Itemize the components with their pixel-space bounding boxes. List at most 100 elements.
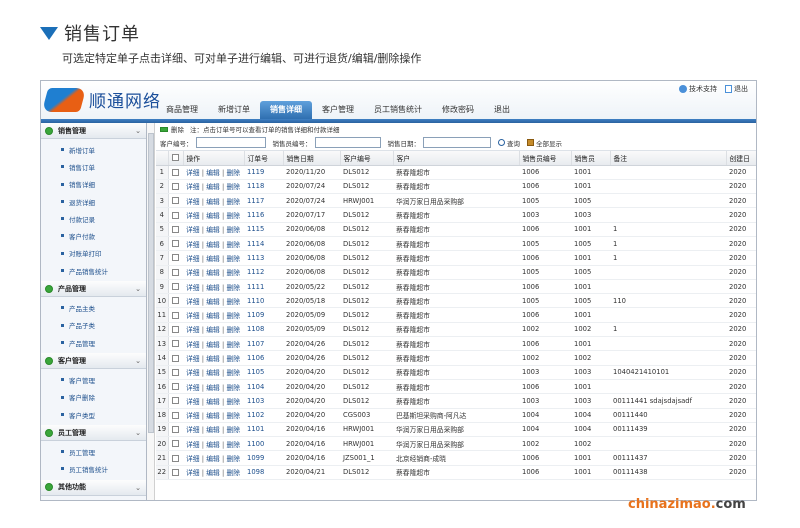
action-link[interactable]: 编辑 xyxy=(206,355,220,363)
order-number-link[interactable]: 1099 xyxy=(244,450,283,466)
table-row[interactable]: 22 详细 | 编辑 | 删除 1098 2020/04/21 DLS012 蔡春隆超市 1… xyxy=(156,465,756,481)
action-link[interactable]: 详细 xyxy=(186,198,200,206)
order-number-link[interactable]: 1109 xyxy=(244,307,283,323)
action-link[interactable]: 编辑 xyxy=(206,326,220,334)
action-link[interactable]: 删除 xyxy=(226,384,240,392)
action-link[interactable]: 编辑 xyxy=(206,255,220,263)
order-number-link[interactable]: 1113 xyxy=(244,250,283,266)
action-link[interactable]: 详细 xyxy=(186,284,200,292)
action-link[interactable]: 编辑 xyxy=(206,198,220,206)
action-link[interactable]: 编辑 xyxy=(206,369,220,377)
action-link[interactable]: 编辑 xyxy=(206,412,220,420)
table-row[interactable]: 12 详细 | 编辑 | 删除 1108 2020/05/09 DLS012 蔡春隆超市 1… xyxy=(156,322,756,338)
chevron-down-icon[interactable]: ⌄ xyxy=(135,484,141,492)
row-checkbox[interactable] xyxy=(171,354,179,362)
table-row[interactable]: 16 详细 | 编辑 | 删除 1104 2020/04/20 DLS012 蔡春隆超市 1… xyxy=(156,379,756,395)
row-checkbox[interactable] xyxy=(171,182,179,190)
sidebar-group[interactable]: 产品管理 ⌄ xyxy=(41,281,146,298)
nav-tab[interactable]: 退出 xyxy=(484,101,520,119)
sidebar-item[interactable]: 退货详细 xyxy=(41,193,146,210)
delete-button[interactable]: 删除 xyxy=(171,124,184,134)
sidebar-group[interactable]: 销售管理 ⌄ xyxy=(41,123,146,139)
action-link[interactable]: 详细 xyxy=(186,212,200,220)
chevron-down-icon[interactable]: ⌄ xyxy=(135,429,141,437)
support-link[interactable]: 技术支持 xyxy=(679,84,717,94)
action-link[interactable]: 详细 xyxy=(186,412,200,420)
row-checkbox[interactable] xyxy=(171,268,179,276)
action-link[interactable]: 编辑 xyxy=(206,269,220,277)
action-link[interactable]: 详细 xyxy=(186,426,200,434)
table-row[interactable]: 15 详细 | 编辑 | 删除 1105 2020/04/20 DLS012 蔡春隆超市 1… xyxy=(156,365,756,380)
action-link[interactable]: 编辑 xyxy=(206,183,220,191)
table-row[interactable]: 14 详细 | 编辑 | 删除 1106 2020/04/26 DLS012 蔡春隆超市 1… xyxy=(156,350,756,366)
action-link[interactable]: 删除 xyxy=(226,355,240,363)
action-link[interactable]: 编辑 xyxy=(206,426,220,434)
action-link[interactable]: 详细 xyxy=(186,326,200,334)
sidebar-item[interactable]: 员工管理 xyxy=(41,443,146,460)
action-link[interactable]: 详细 xyxy=(186,255,200,263)
action-link[interactable]: 删除 xyxy=(226,169,240,177)
order-number-link[interactable]: 1111 xyxy=(244,279,283,295)
row-checkbox[interactable] xyxy=(171,397,179,405)
action-link[interactable]: 删除 xyxy=(226,269,240,277)
action-link[interactable]: 编辑 xyxy=(206,384,220,392)
table-row[interactable]: 4 详细 | 编辑 | 删除 1116 2020/07/17 DLS012 蔡春隆超市 10… xyxy=(156,207,756,223)
row-checkbox[interactable] xyxy=(171,211,179,219)
action-link[interactable]: 编辑 xyxy=(206,455,220,463)
order-number-link[interactable]: 1098 xyxy=(244,465,283,481)
order-number-link[interactable]: 1104 xyxy=(244,379,283,395)
sidebar-item[interactable]: 销售订单 xyxy=(41,158,146,175)
table-row[interactable]: 18 详细 | 编辑 | 删除 1102 2020/04/20 CGS003 巴基斯坦采购… xyxy=(156,408,756,423)
table-row[interactable]: 17 详细 | 编辑 | 删除 1103 2020/04/20 DLS012 蔡春隆超市 1… xyxy=(156,393,756,409)
action-link[interactable]: 详细 xyxy=(186,269,200,277)
sidebar-item[interactable]: 产品主类 xyxy=(41,299,146,316)
row-checkbox[interactable] xyxy=(171,368,179,376)
action-link[interactable]: 编辑 xyxy=(206,169,220,177)
action-link[interactable]: 详细 xyxy=(186,226,200,234)
row-checkbox[interactable] xyxy=(171,411,179,419)
sidebar-item[interactable]: 客户管理 xyxy=(41,371,146,388)
action-link[interactable]: 删除 xyxy=(226,455,240,463)
delete-icon[interactable] xyxy=(160,126,168,132)
action-link[interactable]: 详细 xyxy=(186,369,200,377)
table-row[interactable]: 6 详细 | 编辑 | 删除 1114 2020/06/08 DLS012 蔡春隆超市 10… xyxy=(156,236,756,252)
action-link[interactable]: 删除 xyxy=(226,241,240,249)
nav-tab[interactable]: 修改密码 xyxy=(432,101,484,119)
order-number-link[interactable]: 1101 xyxy=(244,422,283,438)
sidebar-item[interactable]: 付款记录 xyxy=(41,210,146,227)
row-checkbox[interactable] xyxy=(171,425,179,433)
chevron-down-icon[interactable]: ⌄ xyxy=(135,127,141,135)
sidebar-item[interactable]: 产品管理 xyxy=(41,334,146,351)
table-row[interactable]: 20 详细 | 编辑 | 删除 1100 2020/04/16 HRWJ001 华润万家日… xyxy=(156,436,756,452)
action-link[interactable]: 删除 xyxy=(226,226,240,234)
sidebar-item[interactable]: 新增订单 xyxy=(41,141,146,158)
action-link[interactable]: 删除 xyxy=(226,341,240,349)
row-checkbox[interactable] xyxy=(171,168,179,176)
chevron-down-icon[interactable]: ⌄ xyxy=(135,285,141,293)
nav-tab[interactable]: 员工销售统计 xyxy=(364,101,432,119)
order-number-link[interactable]: 1119 xyxy=(244,165,283,180)
date-input[interactable] xyxy=(423,137,491,148)
action-link[interactable]: 删除 xyxy=(226,426,240,434)
customer-input[interactable] xyxy=(195,137,266,148)
table-row[interactable]: 13 详细 | 编辑 | 删除 1107 2020/04/26 DLS012 蔡春隆超市 1… xyxy=(156,336,756,352)
logout-link[interactable]: 退出 xyxy=(725,84,748,94)
staff-input[interactable] xyxy=(314,137,381,148)
action-link[interactable]: 详细 xyxy=(186,441,200,449)
action-link[interactable]: 删除 xyxy=(226,183,240,191)
action-link[interactable]: 详细 xyxy=(186,341,200,349)
action-link[interactable]: 编辑 xyxy=(206,241,220,249)
chevron-down-icon[interactable]: ⌄ xyxy=(135,357,141,365)
checkbox[interactable] xyxy=(171,154,179,162)
select-all-checkbox[interactable] xyxy=(168,151,184,166)
order-number-link[interactable]: 1112 xyxy=(244,265,283,280)
nav-tab[interactable]: 新增订单 xyxy=(208,101,260,119)
action-link[interactable]: 详细 xyxy=(186,384,200,392)
action-link[interactable]: 编辑 xyxy=(206,312,220,320)
sidebar-item[interactable]: 销售详细 xyxy=(41,176,146,193)
row-checkbox[interactable] xyxy=(171,468,179,476)
table-row[interactable]: 8 详细 | 编辑 | 删除 1112 2020/06/08 DLS012 蔡春隆超市 10… xyxy=(156,265,756,280)
order-number-link[interactable]: 1105 xyxy=(244,365,283,380)
sidebar-item[interactable]: 员工销售统计 xyxy=(41,460,146,477)
table-row[interactable]: 7 详细 | 编辑 | 删除 1113 2020/06/08 DLS012 蔡春隆超市 10… xyxy=(156,250,756,266)
